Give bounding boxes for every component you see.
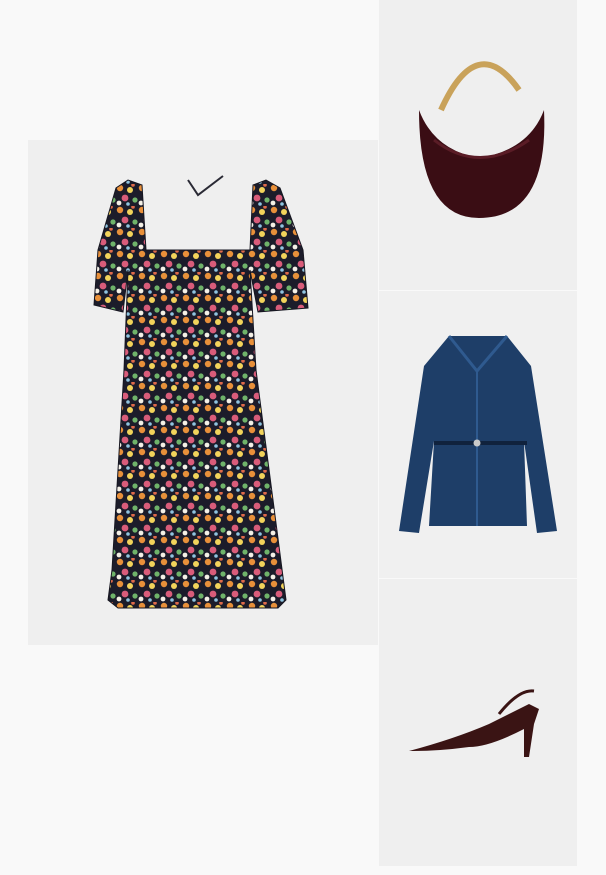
floral-dress-image bbox=[93, 175, 309, 609]
shoe-tile[interactable] bbox=[379, 579, 577, 866]
denim-jacket-image bbox=[399, 335, 557, 533]
bag-tile[interactable] bbox=[379, 0, 577, 290]
jacket-tile[interactable] bbox=[379, 291, 577, 578]
hobo-bag-image bbox=[419, 61, 545, 218]
slingback-pump-image bbox=[409, 689, 539, 757]
dress-tile[interactable] bbox=[28, 140, 378, 645]
